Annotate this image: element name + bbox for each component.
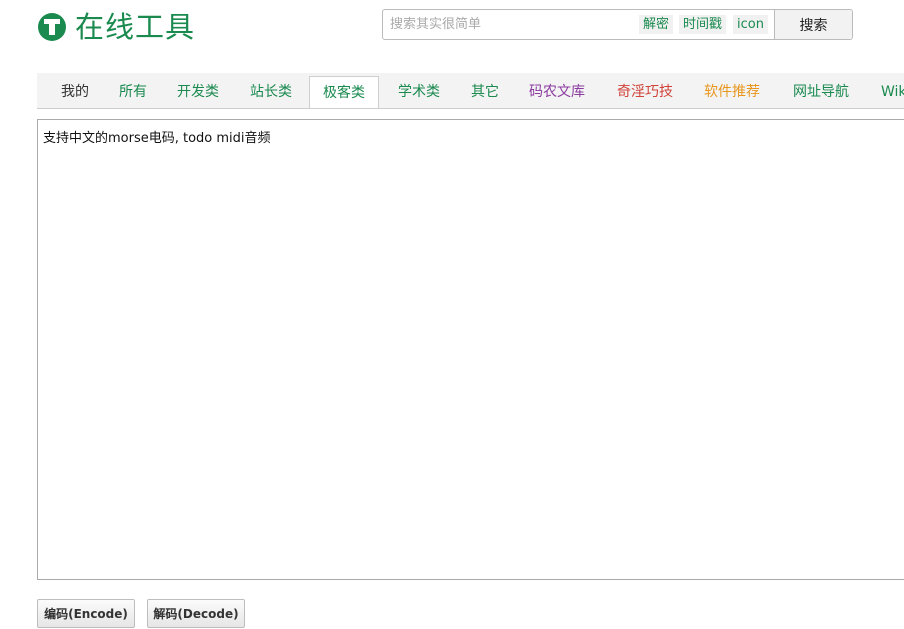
tab-mine[interactable]: 我的 — [61, 73, 89, 108]
search-input[interactable] — [383, 10, 640, 39]
logo-t-icon — [38, 13, 66, 41]
search-button[interactable]: 搜索 — [774, 10, 852, 39]
tab-nav[interactable]: 网址导航 — [793, 73, 849, 108]
search-bar: 解密 时间戳 icon 搜索 — [382, 9, 853, 40]
tab-other[interactable]: 其它 — [471, 73, 499, 108]
tab-academic[interactable]: 学术类 — [398, 73, 440, 108]
tab-webmaster[interactable]: 站长类 — [250, 73, 292, 108]
editor-content: 支持中文的morse电码, todo midi音频 — [43, 131, 271, 146]
tab-wiki[interactable]: Wik — [881, 73, 904, 108]
tab-tricks[interactable]: 奇淫巧技 — [617, 73, 673, 108]
tab-dev[interactable]: 开发类 — [177, 73, 219, 108]
quick-link-decrypt[interactable]: 解密 — [639, 15, 674, 34]
tab-geek[interactable]: 极客类 — [309, 76, 379, 108]
quick-link-timestamp[interactable]: 时间戳 — [679, 15, 727, 34]
tab-all[interactable]: 所有 — [119, 73, 147, 108]
text-editor[interactable]: 支持中文的morse电码, todo midi音频 — [37, 119, 904, 580]
decode-button[interactable]: 解码(Decode) — [147, 599, 245, 628]
category-tabs: 我的 所有 开发类 站长类 极客类 学术类 其它 码农文库 奇淫巧技 软件推荐 … — [37, 73, 904, 109]
encode-button[interactable]: 编码(Encode) — [37, 599, 135, 628]
tab-software[interactable]: 软件推荐 — [704, 73, 760, 108]
site-logo[interactable]: 在线工具 — [38, 10, 195, 44]
tab-coder-library[interactable]: 码农文库 — [529, 73, 585, 108]
quick-link-icon[interactable]: icon — [733, 15, 768, 34]
site-title: 在线工具 — [75, 10, 196, 44]
